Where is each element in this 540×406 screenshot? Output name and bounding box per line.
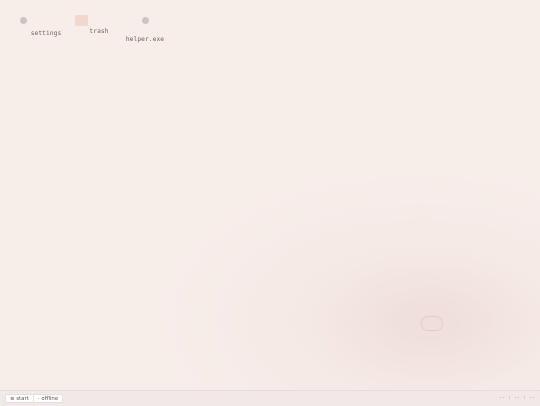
network-status-button[interactable]: · offline: [33, 394, 64, 403]
tray-clock: -- : -- : --: [498, 395, 535, 401]
desktop-area: settings trash helper.exe: [0, 0, 540, 390]
trash-icon: [75, 15, 88, 26]
app-dot-icon: [141, 17, 149, 24]
start-button[interactable]: ≡ start: [5, 394, 34, 403]
desktop-icon-label: helper.exe: [125, 36, 165, 43]
background-watermark-icon: [421, 316, 443, 331]
settings-dot-icon: [20, 17, 27, 24]
desktop-icon-label: trash: [89, 28, 109, 35]
desktop-icon-trash[interactable]: trash: [75, 15, 120, 35]
taskbar: ≡ start · offline -- : -- : --: [0, 390, 540, 406]
desktop-icon-settings[interactable]: settings: [20, 17, 66, 37]
desktop-icon-label: settings: [30, 30, 62, 37]
desktop-icon-helper[interactable]: helper.exe: [125, 17, 165, 43]
